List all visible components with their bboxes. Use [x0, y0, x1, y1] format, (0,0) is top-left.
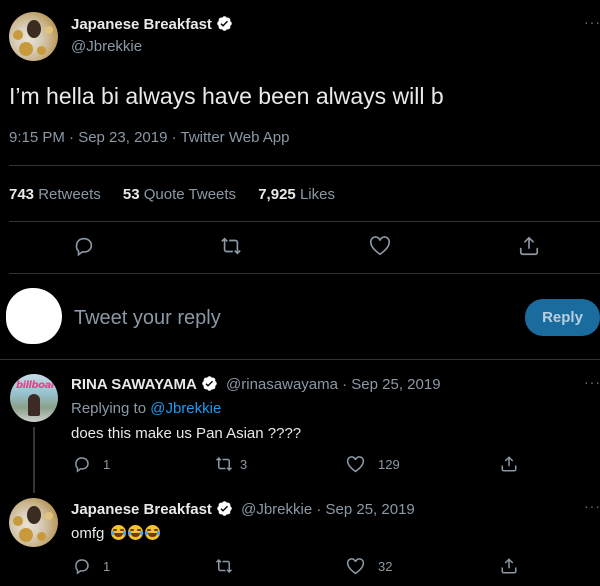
divider: [0, 359, 600, 360]
divider: [9, 165, 600, 166]
tears-of-joy-emoji-icon: [144, 525, 160, 540]
divider: [9, 273, 600, 274]
like-count: 32: [378, 559, 393, 574]
user-avatar[interactable]: [6, 288, 62, 344]
reply-text: omfg: [71, 525, 105, 542]
share-icon[interactable]: [500, 455, 518, 473]
author-name[interactable]: Japanese Breakfast: [71, 16, 212, 33]
reply-author-avatar[interactable]: [9, 498, 58, 547]
likes-stat[interactable]: 7,925 Likes: [258, 186, 335, 203]
divider: [9, 221, 600, 222]
retweets-stat[interactable]: 743 Retweets: [9, 186, 101, 203]
share-icon[interactable]: [518, 235, 540, 257]
tweet-text: I’m hella bi always have been always wil…: [9, 83, 444, 109]
reply-author-name[interactable]: RINA SAWAYAMA: [71, 376, 197, 393]
tears-of-joy-emoji-icon: [127, 525, 143, 540]
author-name-row: Japanese Breakfast: [71, 15, 233, 33]
reply-author-avatar[interactable]: billboard: [10, 374, 58, 422]
reply-text: does this make us Pan Asian ????: [71, 425, 302, 442]
reply-text-row: omfg: [71, 525, 162, 542]
retweet-count: 3: [240, 457, 248, 472]
like-icon[interactable]: [369, 236, 391, 256]
share-icon[interactable]: [500, 557, 518, 575]
author-avatar[interactable]: [9, 12, 58, 61]
thread-line: [33, 427, 35, 493]
verified-badge-icon: [216, 500, 233, 517]
reply-header: Japanese Breakfast @Jbrekkie · Sep 25, 2…: [71, 500, 415, 518]
reply-count: 1: [103, 559, 111, 574]
like-count: 129: [378, 457, 400, 472]
tweet-stats: 743 Retweets 53 Quote Tweets 7,925 Likes: [9, 186, 335, 203]
reply-icon[interactable]: [73, 455, 91, 473]
reply-handle-date[interactable]: @Jbrekkie · Sep 25, 2019: [241, 501, 415, 518]
like-icon[interactable]: [346, 456, 365, 473]
tweet-timestamp[interactable]: 9:15 PM · Sep 23, 2019 · Twitter Web App: [9, 129, 289, 146]
reply-author-name[interactable]: Japanese Breakfast: [71, 501, 212, 518]
author-handle[interactable]: @Jbrekkie: [71, 38, 142, 55]
replying-to-handle[interactable]: @Jbrekkie: [150, 400, 221, 417]
verified-badge-icon: [216, 15, 233, 32]
retweet-icon[interactable]: [214, 455, 234, 473]
reply-count: 1: [103, 457, 111, 472]
more-options-icon[interactable]: ···: [584, 374, 600, 390]
verified-badge-icon: [201, 375, 218, 392]
reply-icon[interactable]: [73, 557, 91, 575]
retweet-icon[interactable]: [214, 557, 234, 575]
quote-tweets-stat[interactable]: 53 Quote Tweets: [123, 186, 236, 203]
reply-button[interactable]: Reply: [525, 299, 600, 336]
like-icon[interactable]: [346, 558, 365, 575]
tears-of-joy-emoji-icon: [110, 525, 126, 540]
more-options-icon[interactable]: ···: [584, 14, 600, 30]
more-options-icon[interactable]: ···: [584, 498, 600, 514]
reply-icon[interactable]: [73, 235, 95, 257]
retweet-icon[interactable]: [219, 235, 243, 257]
reply-header: RINA SAWAYAMA @rinasawayama · Sep 25, 20…: [71, 375, 441, 393]
replying-to: Replying to @Jbrekkie: [71, 400, 222, 417]
reply-handle-date[interactable]: @rinasawayama · Sep 25, 2019: [226, 376, 441, 393]
avatar-logo: billboard: [16, 380, 58, 391]
emoji-row: [110, 525, 162, 542]
reply-input[interactable]: Tweet your reply: [74, 307, 221, 330]
